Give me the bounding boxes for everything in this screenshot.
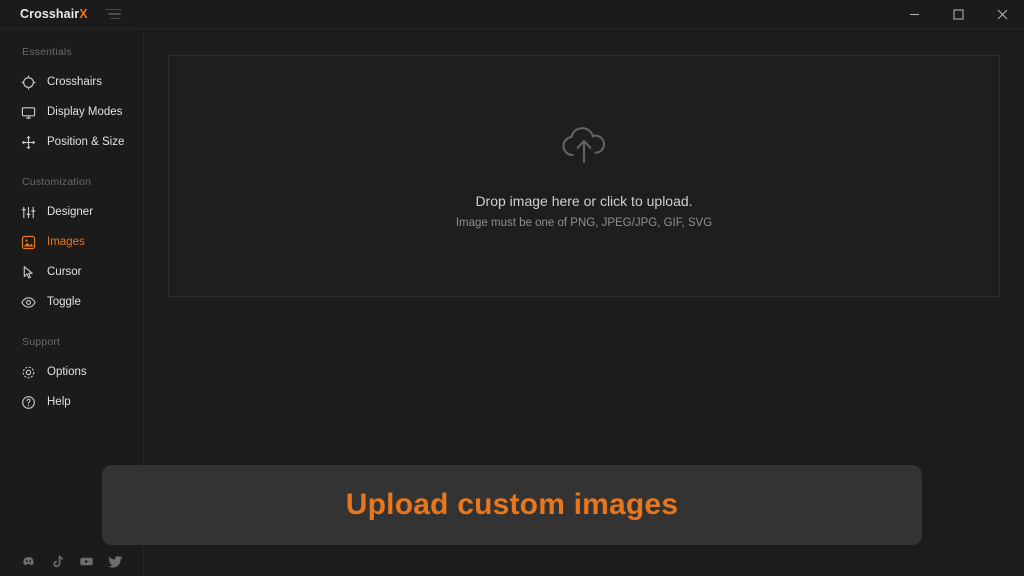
help-circle-icon [20,394,37,411]
title-bar: CrosshairX [0,0,1024,29]
app-title-accent: X [79,7,88,21]
sidebar-item-cursor[interactable]: Cursor [0,257,143,287]
cloud-upload-icon [558,124,610,171]
dropzone-title: Drop image here or click to upload. [475,192,693,209]
sidebar-item-position-size-label: Position & Size [47,136,125,148]
window-controls [892,0,1024,29]
caption-overlay: Upload custom images [102,465,922,545]
sidebar-item-position-size[interactable]: Position & Size [0,127,143,157]
dropzone-subtitle: Image must be one of PNG, JPEG/JPG, GIF,… [455,216,713,229]
sidebar-section-customization-label: Customization [22,176,92,188]
sidebar-item-display-modes[interactable]: Display Modes [0,97,143,127]
sidebar-item-cursor-label: Cursor [47,266,82,278]
image-dropzone[interactable]: Drop image here or click to upload. Imag… [168,55,1000,297]
sidebar-item-display-modes-label: Display Modes [47,106,123,118]
monitor-icon [20,104,37,121]
sidebar-item-help-label: Help [47,396,71,408]
sidebar-item-images[interactable]: Images [0,227,143,257]
menu-line-2 [107,13,121,15]
menu-line-1 [105,8,121,11]
image-icon [20,234,37,251]
sidebar-item-options-label: Options [47,366,87,378]
app-title: CrosshairX [20,7,88,21]
tiktok-icon[interactable] [49,553,66,570]
youtube-icon[interactable] [78,553,95,570]
sidebar-item-designer[interactable]: Designer [0,197,143,227]
app-title-main: Crosshair [20,7,80,21]
sliders-icon [20,204,37,221]
sidebar-section-support-label: Support [22,336,61,348]
minimize-icon [909,14,919,15]
twitter-icon[interactable] [107,553,124,570]
sidebar-item-toggle[interactable]: Toggle [0,287,143,317]
sidebar-item-crosshairs[interactable]: Crosshairs [0,67,143,97]
social-links [0,553,144,570]
maximize-button[interactable] [936,0,980,29]
discord-icon[interactable] [20,553,37,570]
sidebar-item-crosshairs-label: Crosshairs [47,76,102,88]
sidebar-item-toggle-label: Toggle [47,296,81,308]
cursor-pointer-icon [20,264,37,281]
move-arrows-icon [20,134,37,151]
close-icon [997,9,1007,20]
maximize-icon [953,9,963,20]
crosshair-circle-icon [20,74,37,91]
app-window: CrosshairX Essentials Crosshairs Display… [0,0,1024,576]
sidebar-item-designer-label: Designer [47,206,94,218]
close-button[interactable] [980,0,1024,29]
minimize-button[interactable] [892,0,936,29]
hamburger-menu-icon[interactable] [105,4,128,24]
caption-text: Upload custom images [345,488,679,521]
sidebar-item-help[interactable]: Help [0,387,143,417]
sidebar-section-essentials-label: Essentials [22,46,72,58]
sidebar-item-options[interactable]: Options [0,357,143,387]
eye-icon [20,294,37,311]
menu-line-3 [109,17,121,20]
gear-icon [20,364,37,381]
sidebar-item-images-label: Images [47,236,85,248]
